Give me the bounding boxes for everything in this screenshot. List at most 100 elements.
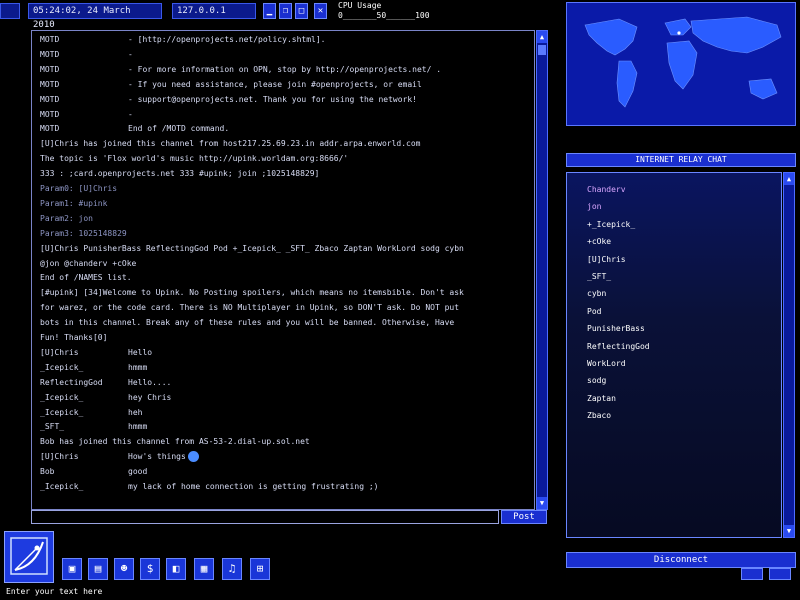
chat-message: Fun! Thanks[0] — [40, 333, 108, 342]
tool-button-1[interactable]: ▣ — [62, 558, 82, 580]
chat-message: [U]Chris PunisherBass ReflectingGod Pod … — [40, 243, 464, 253]
user-list-item[interactable]: [U]Chris — [587, 253, 626, 267]
user-list-item[interactable]: cybn — [587, 287, 606, 301]
tool-button-5[interactable]: ◧ — [166, 558, 186, 580]
chat-message: The topic is 'Flox world's music http://… — [40, 154, 349, 164]
chat-line: MOTD - — [40, 108, 133, 121]
world-map — [566, 2, 796, 126]
chat-nick: MOTD — [40, 35, 60, 44]
scroll-up-icon[interactable]: ▲ — [537, 31, 547, 43]
user-list-item[interactable]: _SFT_ — [587, 270, 611, 284]
restore-button[interactable]: ❐ — [279, 3, 292, 19]
panel-option-button-1[interactable] — [741, 568, 763, 580]
chat-message: @jon @chanderv +cOke — [40, 258, 137, 268]
chat-line: MOTD - [http://openprojects.net/policy.sh… — [40, 33, 325, 46]
user-list-scrollbar[interactable]: ▲ ▼ — [783, 172, 795, 538]
close-icon: ✕ — [317, 6, 324, 16]
chat-scrollbar[interactable]: ▲ ▼ — [536, 30, 548, 510]
music-icon: ♫ — [228, 562, 236, 575]
chat-nick: MOTD — [40, 49, 60, 59]
user-list-item[interactable]: jon — [587, 200, 601, 214]
disconnect-button[interactable]: Disconnect — [566, 552, 796, 568]
close-button[interactable]: ✕ — [314, 3, 327, 19]
user-scroll-down-icon[interactable]: ▼ — [784, 525, 794, 537]
input-hint: Enter your text here — [6, 587, 103, 596]
user-list-item[interactable]: Pod — [587, 305, 601, 319]
user-list-item[interactable]: Chanderv — [587, 183, 626, 197]
app-logo[interactable] — [4, 531, 54, 583]
chat-nick: Bob — [40, 467, 55, 477]
user-list[interactable]: Chanderv jon +_Icepick_ +cOke [U]Chris _SFT_c… — [566, 172, 782, 538]
grid-icon: ▦ — [200, 562, 208, 575]
chat-line: End of /NAMES list. — [40, 271, 132, 284]
chat-line: Fun! Thanks[0] — [40, 331, 107, 344]
chat-line: Bob good — [40, 465, 147, 478]
message-input[interactable] — [31, 510, 499, 524]
chat-message: [U]Chris has joined this channel from ho… — [40, 139, 421, 149]
scroll-thumb[interactable] — [538, 45, 546, 55]
minimize-button[interactable]: ▁ — [263, 3, 276, 19]
chat-message: How's things — [128, 452, 186, 462]
chat-line: [U]Chris How's things — [40, 450, 199, 463]
chat-message: heh — [128, 407, 143, 417]
user-list-item[interactable]: Zbaco — [587, 409, 611, 423]
chat-nick: _Icepick_ — [40, 407, 84, 417]
cpu-usage-label: CPU Usage — [338, 1, 382, 10]
chat-message: Param1: #upink — [40, 198, 108, 208]
user-list-item[interactable]: Zaptan — [587, 392, 616, 406]
chat-message: good — [128, 467, 148, 477]
chat-message: Hello — [128, 347, 153, 357]
user-list-item[interactable]: WorkLord — [587, 357, 626, 371]
tool-button-6[interactable]: ▦ — [194, 558, 214, 580]
tool-button-2[interactable]: ▤ — [88, 558, 108, 580]
chat-line: MOTD - support@openprojects.net. Thank yo… — [40, 93, 417, 106]
smiley-icon — [187, 451, 199, 463]
chat-nick: MOTD — [40, 124, 60, 134]
chat-message: - — [128, 49, 133, 59]
chat-nick: [U]Chris — [40, 452, 79, 462]
chat-message: - support@openprojects.net. Thank you fo… — [128, 94, 417, 104]
chat-message: Bob has joined this channel from AS-53-2… — [40, 437, 310, 447]
irc-panel-title: INTERNET RELAY CHAT — [566, 153, 796, 167]
scroll-down-icon[interactable]: ▼ — [537, 497, 547, 509]
chat-message: Param0: [U]Chris — [40, 184, 118, 193]
tool-button-3[interactable]: ☻ — [114, 558, 134, 580]
minimize-icon: ▁ — [266, 6, 273, 16]
datetime-display: 05:24:02, 24 March 2010 — [28, 3, 162, 30]
user-list-item[interactable]: +cOke — [587, 235, 611, 249]
tool-button-7[interactable]: ♫ — [222, 558, 242, 580]
chat-line: [#upink] [34]Welcome to Upink. No Postin… — [40, 286, 464, 299]
top-bar: 05:24:02, 24 March 2010 127.0.0.1 ▁ ❐ □ … — [0, 0, 560, 30]
tool-button-8[interactable]: ⊞ — [250, 558, 270, 580]
chat-nick: _Icepick_ — [40, 482, 84, 491]
user-list-item[interactable]: PunisherBass — [587, 322, 645, 336]
chat-nick: [U]Chris — [40, 347, 79, 357]
user-list-item[interactable]: ReflectingGod — [587, 340, 650, 354]
panel-option-button-2[interactable] — [769, 568, 791, 580]
chat-nick: MOTD — [40, 109, 60, 119]
user-list-item[interactable]: +_Icepick_ — [587, 218, 635, 232]
chat-nick: _Icepick_ — [40, 392, 84, 402]
chat-nick: MOTD — [40, 79, 60, 89]
chat-line: MOTD - — [40, 48, 133, 61]
topbar-left-cap — [0, 3, 20, 19]
monitor-icon: ▣ — [68, 562, 76, 575]
post-button[interactable]: Post — [501, 510, 547, 524]
chat-line: ReflectingGod Hello.... — [40, 376, 171, 389]
chat-message: Param2: jon — [40, 213, 93, 223]
chat-line: MOTD - For more information on OPN, stop … — [40, 63, 441, 76]
chat-line: 333 : ;card.openprojects.net 333 #upink;… — [40, 167, 319, 180]
maximize-button[interactable]: □ — [295, 3, 308, 19]
tool-button-4[interactable]: $ — [140, 558, 160, 580]
chat-message: End of /NAMES list. — [40, 273, 132, 283]
user-scroll-up-icon[interactable]: ▲ — [784, 173, 794, 185]
chat-line: _Icepick_ hey Chris — [40, 391, 171, 404]
chat-log[interactable]: MOTD - [http://openprojects.net/policy.sh… — [31, 30, 535, 510]
user-list-item[interactable]: sodg — [587, 374, 606, 388]
chat-line: Param1: #upink — [40, 197, 107, 210]
chat-line: The topic is 'Flox world's music http://… — [40, 152, 348, 165]
chat-line: MOTD End of /MOTD command. — [40, 122, 229, 135]
dollar-icon: $ — [146, 562, 154, 575]
world-map-icon — [567, 3, 795, 125]
chat-message: hmmm — [128, 362, 148, 372]
